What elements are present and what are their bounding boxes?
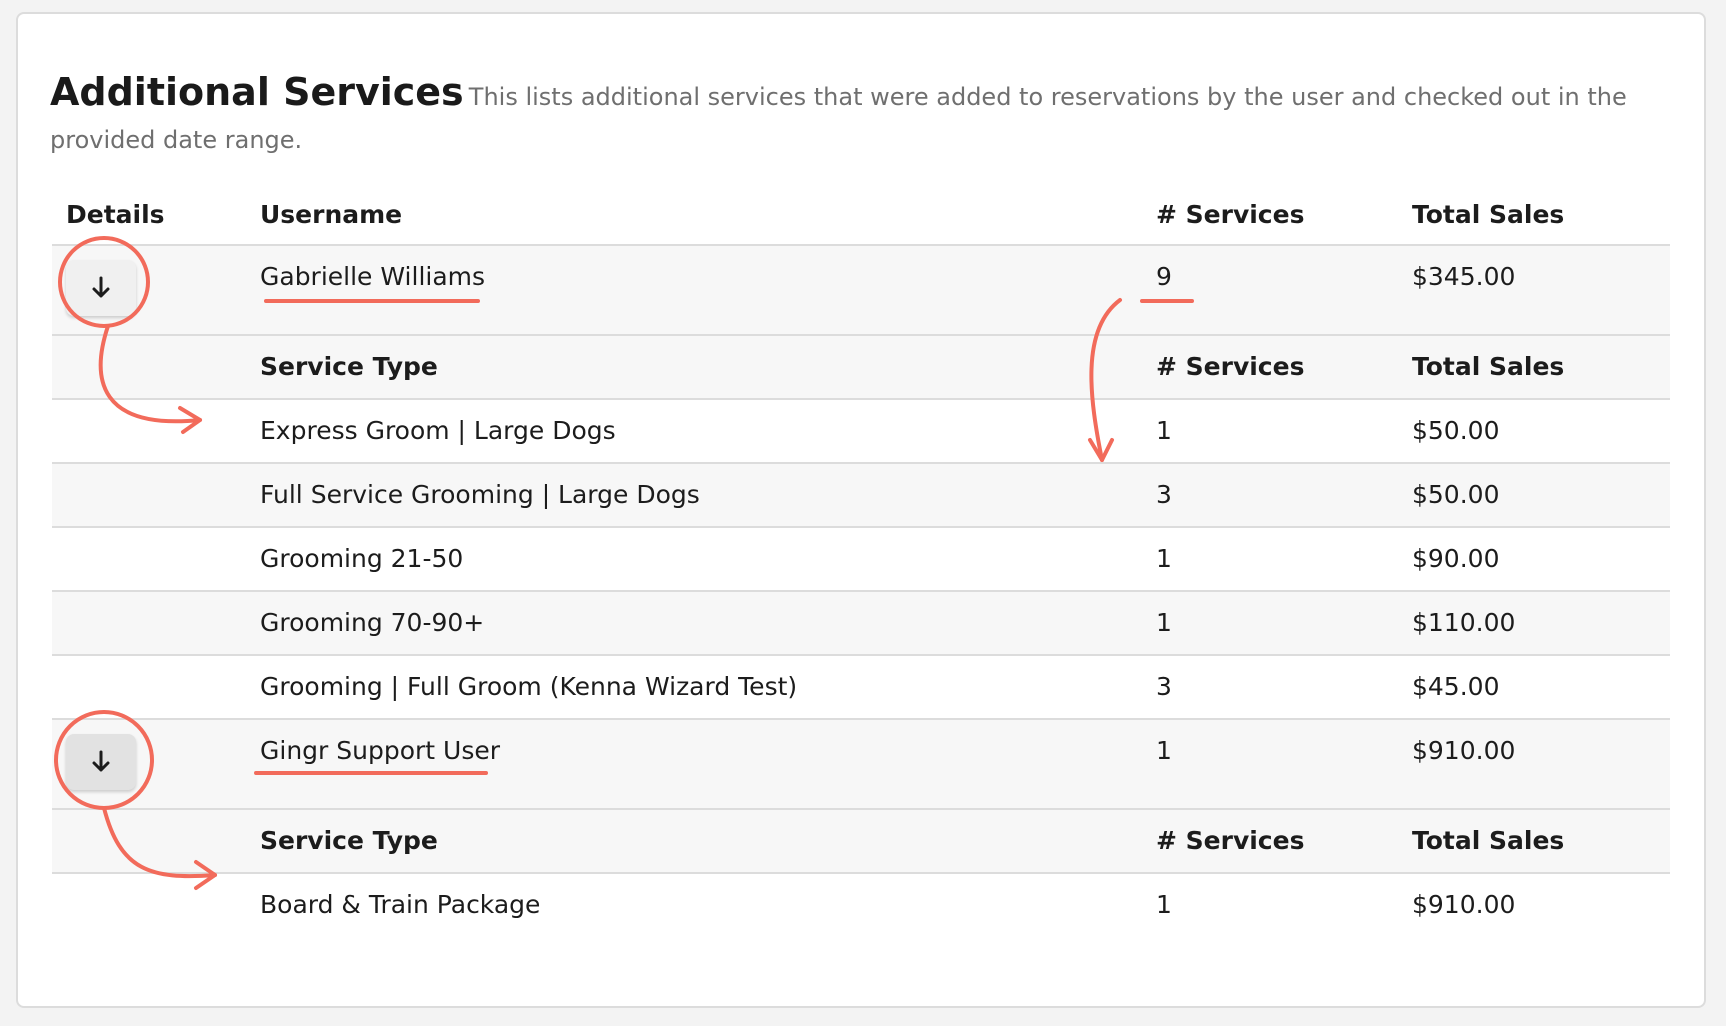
column-header-services[interactable]: # Services [1156,200,1304,230]
service-count-cell: 3 [1156,672,1172,701]
user-row: Gingr Support User 1 $910.00 [52,720,1670,810]
sub-header-service-type: Service Type [260,826,438,855]
table-header-row: Details Username # Services Total Sales [52,186,1670,246]
column-header-total-sales[interactable]: Total Sales [1412,200,1564,230]
service-row: Grooming 21-50 1 $90.00 [52,528,1670,592]
service-sales-cell: $90.00 [1412,544,1500,573]
service-count-cell: 1 [1156,416,1172,445]
service-type-cell: Express Groom | Large Dogs [260,416,616,445]
arrow-down-icon [88,748,114,776]
total-sales-cell: $910.00 [1412,736,1516,765]
service-type-cell: Grooming 21-50 [260,544,464,573]
service-sales-cell: $45.00 [1412,672,1500,701]
sub-header-service-type: Service Type [260,352,438,381]
service-sales-cell: $910.00 [1412,890,1516,919]
service-type-cell: Full Service Grooming | Large Dogs [260,480,700,509]
service-sales-cell: $110.00 [1412,608,1516,637]
column-header-details[interactable]: Details [66,200,165,230]
service-type-cell: Grooming | Full Groom (Kenna Wizard Test… [260,672,798,701]
expand-details-button[interactable] [66,260,136,316]
column-header-username[interactable]: Username [260,200,402,230]
service-count-cell: 1 [1156,890,1172,919]
username-cell: Gingr Support User [260,736,501,765]
service-sales-cell: $50.00 [1412,480,1500,509]
additional-services-table: Details Username # Services Total Sales … [52,186,1670,938]
arrow-down-icon [88,274,114,302]
service-row: Board & Train Package 1 $910.00 [52,874,1670,938]
report-header: Additional Services This lists additiona… [50,72,1660,163]
sub-header-services: # Services [1156,826,1305,855]
sub-table-header-row: Service Type # Services Total Sales [52,336,1670,400]
sub-header-total-sales: Total Sales [1412,826,1565,855]
sub-header-services: # Services [1156,352,1305,381]
service-row: Express Groom | Large Dogs 1 $50.00 [52,400,1670,464]
services-count-cell: 9 [1156,262,1172,291]
service-count-cell: 1 [1156,608,1172,637]
service-count-cell: 3 [1156,480,1172,509]
username-cell: Gabrielle Williams [260,262,486,291]
service-type-cell: Board & Train Package [260,890,541,919]
total-sales-cell: $345.00 [1412,262,1516,291]
service-sales-cell: $50.00 [1412,416,1500,445]
service-row: Grooming 70-90+ 1 $110.00 [52,592,1670,656]
expand-details-button[interactable] [66,734,136,790]
service-row: Grooming | Full Groom (Kenna Wizard Test… [52,656,1670,720]
service-count-cell: 1 [1156,544,1172,573]
service-row: Full Service Grooming | Large Dogs 3 $50… [52,464,1670,528]
sub-table-header-row: Service Type # Services Total Sales [52,810,1670,874]
services-count-cell: 1 [1156,736,1172,765]
sub-header-total-sales: Total Sales [1412,352,1565,381]
service-type-cell: Grooming 70-90+ [260,608,485,637]
user-row: Gabrielle Williams 9 $345.00 [52,246,1670,336]
page-title: Additional Services [50,70,464,114]
